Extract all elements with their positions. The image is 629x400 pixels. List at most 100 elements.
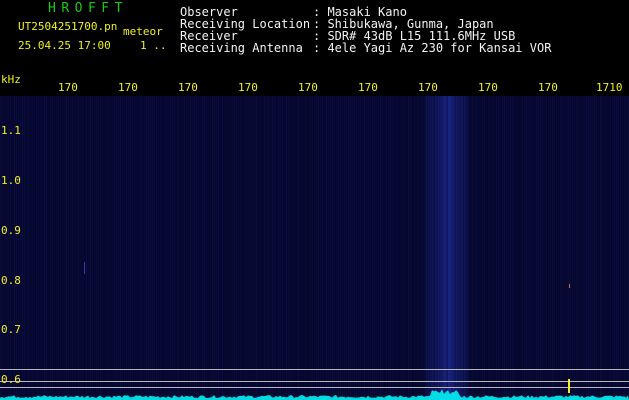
noise-streak	[354, 96, 355, 400]
noise-streak	[64, 96, 65, 400]
noise-streak	[258, 96, 259, 400]
noise-streak	[518, 96, 519, 400]
noise-streak	[270, 96, 271, 400]
signal-band-column	[435, 96, 436, 400]
noise-streak	[618, 96, 619, 400]
antenna-value: : 4ele Yagi Az 230 for Kansai VOR	[313, 41, 552, 55]
noise-streak	[314, 96, 315, 400]
noise-streak	[552, 96, 553, 400]
noise-streak	[626, 96, 627, 400]
noise-streak	[140, 96, 141, 400]
noise-streak	[12, 96, 13, 400]
noise-streak	[362, 96, 363, 400]
noise-streak	[528, 96, 529, 400]
noise-streak	[222, 96, 223, 400]
noise-streak	[186, 96, 187, 400]
noise-streak	[424, 96, 425, 400]
noise-streak	[414, 96, 415, 400]
noise-streak	[38, 96, 39, 400]
x-tick-label: 170	[538, 81, 558, 94]
noise-streak	[298, 96, 299, 400]
noise-streak	[306, 96, 307, 400]
signal-band-column	[467, 96, 468, 400]
noise-streak	[480, 96, 481, 400]
noise-streak	[210, 96, 211, 400]
noise-streak	[220, 96, 221, 400]
noise-streak	[580, 96, 581, 400]
noise-streak	[346, 96, 347, 400]
noise-streak	[168, 96, 169, 400]
noise-streak	[384, 96, 385, 400]
noise-streak	[88, 96, 89, 400]
noise-streak	[604, 96, 605, 400]
noise-streak	[26, 96, 27, 400]
noise-streak	[144, 96, 145, 400]
x-tick-label: 1710	[596, 81, 623, 94]
noise-streak	[254, 96, 255, 400]
noise-streak	[116, 96, 117, 400]
noise-streak	[472, 96, 473, 400]
noise-streak	[516, 96, 517, 400]
noise-streak	[282, 96, 283, 400]
signal-band-column	[455, 96, 456, 400]
signal-band-column	[450, 96, 451, 400]
noise-streak	[4, 96, 5, 400]
noise-streak	[18, 96, 19, 400]
noise-streak	[276, 96, 277, 400]
signal-band-column	[441, 96, 442, 400]
noise-streak	[412, 96, 413, 400]
noise-streak	[78, 96, 79, 400]
noise-streak	[54, 96, 55, 400]
header-panel: HROFFT UT2504251700.pn meteor 25.04.25 1…	[0, 0, 629, 76]
noise-streak	[612, 96, 613, 400]
noise-streak	[84, 96, 85, 400]
noise-streak	[512, 96, 513, 400]
noise-streak	[538, 96, 539, 400]
noise-streak	[158, 96, 159, 400]
noise-streak	[468, 96, 469, 400]
signal-band-column	[461, 96, 462, 400]
noise-streak	[308, 96, 309, 400]
noise-streak	[70, 96, 71, 400]
noise-streak	[342, 96, 343, 400]
noise-streak	[226, 96, 227, 400]
noise-streak	[564, 96, 565, 400]
signal-band-column	[447, 96, 448, 400]
noise-streak	[382, 96, 383, 400]
noise-streak	[216, 96, 217, 400]
noise-streak	[264, 96, 265, 400]
signal-band-column	[440, 96, 441, 400]
noise-streak	[390, 96, 391, 400]
noise-streak	[562, 96, 563, 400]
noise-streak	[310, 96, 311, 400]
signal-band-column	[454, 96, 455, 400]
noise-streak	[340, 96, 341, 400]
noise-streak	[576, 96, 577, 400]
noise-streak	[126, 96, 127, 400]
noise-streak	[522, 96, 523, 400]
noise-streak	[546, 96, 547, 400]
noise-streak	[132, 96, 133, 400]
noise-streak	[330, 96, 331, 400]
y-tick-label: 1.1	[1, 124, 21, 137]
noise-streak	[118, 96, 119, 400]
noise-streak	[404, 96, 405, 400]
signal-band-column	[425, 96, 426, 400]
noise-streak	[356, 96, 357, 400]
noise-streak	[520, 96, 521, 400]
noise-streak	[120, 96, 121, 400]
noise-streak	[280, 96, 281, 400]
noise-streak	[286, 96, 287, 400]
datetime-label: 25.04.25 17:00	[18, 39, 111, 52]
noise-streak	[148, 96, 149, 400]
antenna-label: Receiving Antenna	[180, 41, 303, 55]
noise-streak	[416, 96, 417, 400]
noise-streak	[486, 96, 487, 400]
count-label: 1 ..	[140, 39, 167, 52]
noise-streak	[540, 96, 541, 400]
mode-label: meteor	[123, 25, 163, 38]
noise-streak	[106, 96, 107, 400]
noise-streak	[504, 96, 505, 400]
noise-streak	[268, 96, 269, 400]
noise-streak	[6, 96, 7, 400]
